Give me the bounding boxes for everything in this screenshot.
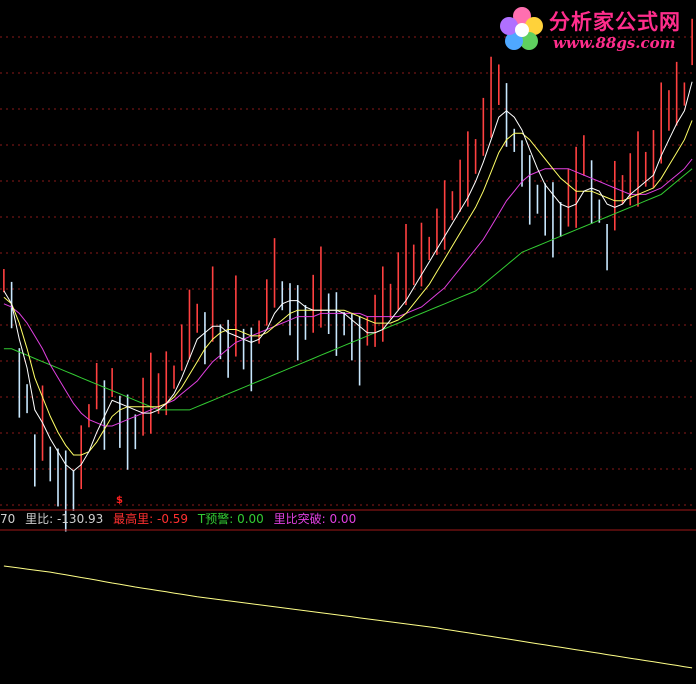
indicator-ratio: 里比: -130.93	[25, 512, 104, 526]
indicator-left: 70	[0, 512, 16, 526]
ma10-line	[3, 120, 693, 456]
indicator-max-volume: 最高里: -0.59	[113, 512, 189, 526]
indicator-readout: 70 里比: -130.93 最高里: -0.59 T预警: 0.00 里比突破…	[0, 510, 696, 528]
logo-url: www.88gs.com	[553, 34, 676, 52]
ma5-line	[3, 81, 693, 472]
watermark-logo: 分析家公式网 www.88gs.com	[497, 4, 693, 54]
buy-signal-mark: $	[116, 495, 123, 506]
ma20-line	[3, 158, 693, 427]
sub-indicator-line	[3, 565, 693, 669]
candlestick-bars	[3, 18, 693, 532]
indicator-warning: T预警: 0.00	[197, 512, 264, 526]
sub-indicator-path	[3, 565, 693, 669]
moving-average-lines	[3, 81, 693, 472]
flower-icon	[500, 7, 543, 50]
indicator-breakout: 里比突破: 0.00	[273, 512, 357, 526]
logo-title: 分析家公式网	[549, 10, 681, 34]
stock-chart[interactable]	[0, 0, 696, 684]
